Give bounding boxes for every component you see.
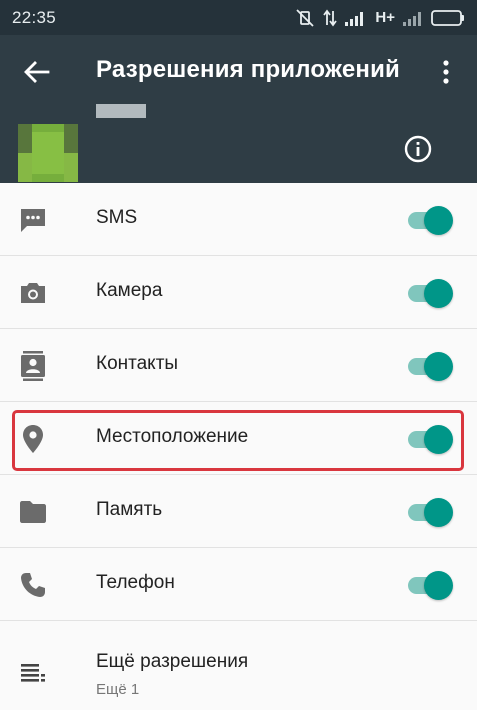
- sms-icon: [18, 205, 48, 235]
- contacts-icon: [18, 351, 48, 381]
- app-header: [0, 107, 477, 183]
- permission-row-location[interactable]: Местоположение: [0, 402, 477, 475]
- vibrate-off-icon: [296, 8, 315, 27]
- status-icons: H+: [295, 8, 465, 27]
- signal-icon: [345, 11, 364, 26]
- toolbar: Разрешения приложений: [0, 35, 477, 107]
- arrow-back-icon: [24, 61, 50, 83]
- status-time: 22:35: [12, 7, 57, 27]
- permission-row-phone[interactable]: Телефон: [0, 548, 477, 621]
- location-icon: [18, 424, 48, 454]
- app-name-redacted: [96, 104, 146, 118]
- signal-secondary-icon: [403, 11, 421, 26]
- more-permissions-count: Ещё 1: [96, 681, 140, 698]
- permission-label: Камера: [96, 280, 163, 301]
- back-button[interactable]: [20, 55, 54, 89]
- permission-label: SMS: [96, 207, 138, 228]
- sms-toggle[interactable]: [408, 206, 454, 235]
- permission-row-storage[interactable]: Память: [0, 475, 477, 548]
- data-transfer-icon: [323, 9, 338, 26]
- phone-toggle[interactable]: [408, 571, 454, 600]
- permission-list: SMS Камера Контакты Местоположение Памят…: [0, 183, 477, 710]
- more-permissions-row[interactable]: Ещё разрешения Ещё 1: [0, 621, 477, 710]
- overflow-menu-button[interactable]: [432, 55, 460, 89]
- app-icon: [18, 124, 78, 182]
- permission-label: Местоположение: [96, 426, 249, 447]
- location-toggle[interactable]: [408, 425, 454, 454]
- permission-label: Память: [96, 499, 163, 520]
- camera-icon: [18, 278, 48, 308]
- camera-toggle[interactable]: [408, 279, 454, 308]
- permission-label: Контакты: [96, 353, 179, 374]
- battery-icon: [431, 9, 464, 26]
- status-bar: 22:35 H+: [0, 0, 477, 35]
- contacts-toggle[interactable]: [408, 352, 454, 381]
- list-icon: [18, 657, 48, 687]
- app-bar: Разрешения приложений: [0, 35, 477, 183]
- app-info-button[interactable]: [403, 134, 433, 164]
- permission-row-contacts[interactable]: Контакты: [0, 329, 477, 402]
- storage-toggle[interactable]: [408, 498, 454, 527]
- permission-row-sms[interactable]: SMS: [0, 183, 477, 256]
- network-type: H+: [375, 9, 395, 26]
- folder-icon: [18, 497, 48, 527]
- info-icon: [404, 135, 432, 163]
- permission-label: Телефон: [96, 572, 175, 593]
- permission-row-camera[interactable]: Камера: [0, 256, 477, 329]
- phone-icon: [18, 570, 48, 600]
- more-vert-icon: [443, 60, 449, 84]
- page-title: Разрешения приложений: [96, 56, 400, 83]
- more-permissions-label: Ещё разрешения: [96, 651, 249, 672]
